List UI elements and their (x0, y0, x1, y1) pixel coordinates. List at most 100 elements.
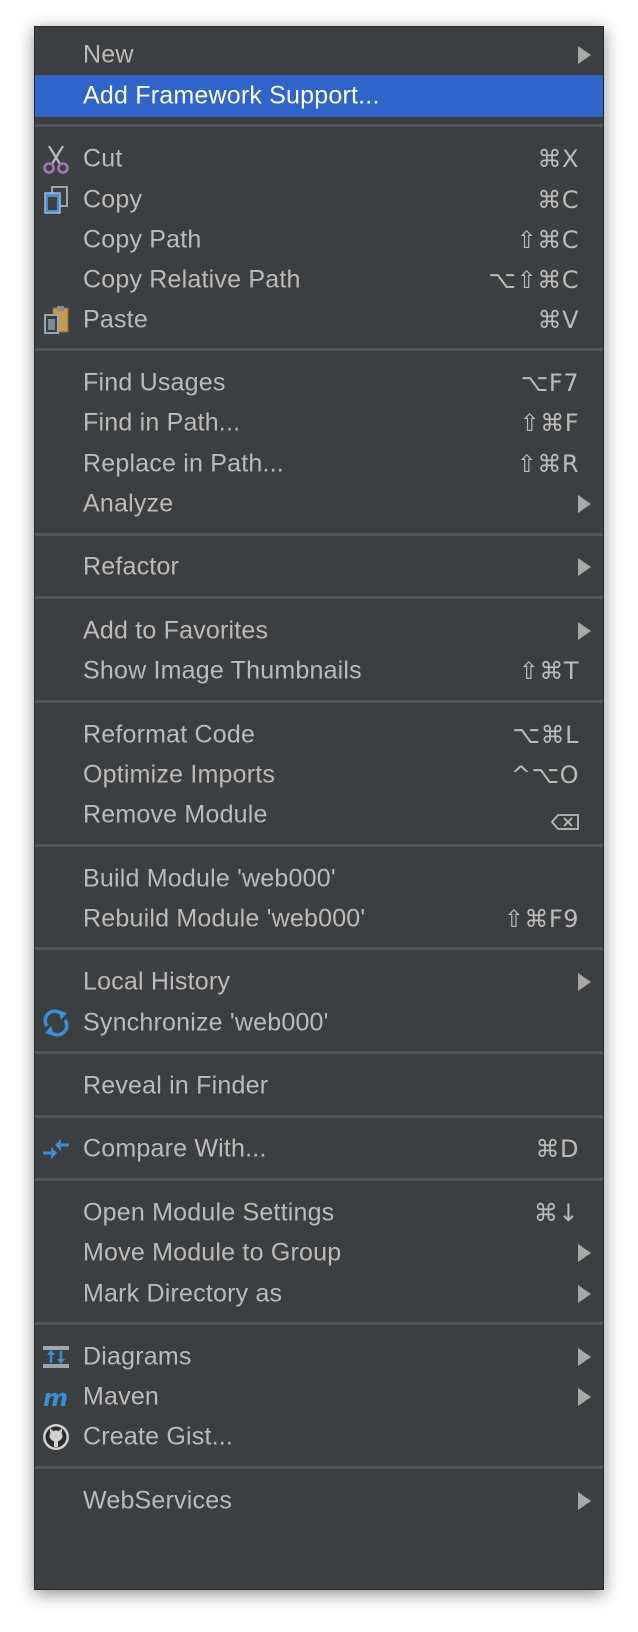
menu-item-add-framework-support[interactable]: Add Framework Support... (35, 75, 603, 117)
menu-item-label: Show Image Thumbnails (83, 656, 362, 685)
menu-item-create-gist[interactable]: Create Gist... (35, 1416, 603, 1458)
submenu-arrow-icon (578, 973, 591, 991)
menu-item-label: Cut (83, 144, 123, 173)
menu-item-refactor[interactable]: Refactor (35, 546, 603, 588)
menu-item-label: Diagrams (83, 1342, 192, 1371)
menu-item-mark-directory-as[interactable]: Mark Directory as (35, 1273, 603, 1315)
menu-separator (35, 596, 603, 599)
menu-item-label: Synchronize 'web000' (83, 1008, 329, 1037)
paste-icon (41, 304, 71, 336)
menu-item-new[interactable]: New (35, 34, 603, 76)
menu-separator (35, 1178, 603, 1181)
menu-item-reformat-code[interactable]: Reformat Code ⌥⌘L (35, 714, 603, 756)
menu-separator (35, 124, 603, 127)
shortcut-label (550, 801, 579, 830)
menu-item-label: Create Gist... (83, 1422, 234, 1451)
submenu-arrow-icon (578, 495, 591, 513)
menu-item-copy[interactable]: Copy ⌘C (35, 179, 603, 221)
shortcut-label: ⇧⌘C (516, 226, 579, 254)
menu-item-open-module-settings[interactable]: Open Module Settings ⌘↓ (35, 1192, 603, 1234)
menu-item-synchronize[interactable]: Synchronize 'web000' (35, 1002, 603, 1044)
menu-item-add-to-favorites[interactable]: Add to Favorites (35, 610, 603, 652)
menu-item-reveal-in-finder[interactable]: Reveal in Finder (35, 1065, 603, 1107)
sync-icon (41, 1007, 71, 1039)
menu-item-label: Replace in Path... (83, 449, 284, 478)
menu-item-copy-relative-path[interactable]: Copy Relative Path ⌥⇧⌘C (35, 259, 603, 301)
copy-icon (41, 184, 71, 216)
shortcut-label: ⇧⌘R (516, 450, 579, 478)
menu-item-label: Rebuild Module 'web000' (83, 904, 366, 933)
menu-item-label: Local History (83, 967, 231, 996)
menu-separator (35, 1466, 603, 1469)
shortcut-label: ^⌥O (510, 761, 579, 789)
menu-separator (35, 947, 603, 950)
menu-item-compare-with[interactable]: Compare With... ⌘D (35, 1128, 603, 1170)
menu-item-local-history[interactable]: Local History (35, 961, 603, 1003)
menu-separator (35, 700, 603, 703)
shortcut-label: ⇧⌘T (518, 657, 579, 685)
menu-separator (35, 844, 603, 847)
menu-item-cut[interactable]: Cut ⌘X (35, 138, 603, 180)
menu-item-label: Remove Module (83, 800, 268, 829)
menu-item-label: Mark Directory as (83, 1279, 283, 1308)
menu-item-label: Find in Path... (83, 408, 241, 437)
shortcut-label: ⌘V (537, 306, 579, 334)
menu-item-label: Copy Relative Path (83, 265, 301, 294)
menu-item-move-module-to-group[interactable]: Move Module to Group (35, 1232, 603, 1274)
menu-item-find-in-path[interactable]: Find in Path... ⇧⌘F (35, 402, 603, 444)
menu-item-label: New (83, 40, 134, 69)
shortcut-label: ⌘C (537, 186, 579, 214)
diagram-icon (41, 1341, 71, 1373)
menu-item-show-image-thumbnails[interactable]: Show Image Thumbnails ⇧⌘T (35, 650, 603, 692)
shortcut-label: ⌘↓ (533, 1199, 579, 1227)
menu-item-label: Find Usages (83, 368, 226, 397)
menu-item-diagrams[interactable]: Diagrams (35, 1336, 603, 1378)
github-icon (41, 1421, 71, 1453)
submenu-arrow-icon (578, 1244, 591, 1262)
menu-separator (35, 348, 603, 351)
menu-item-label: Reformat Code (83, 720, 256, 749)
menu-item-copy-path[interactable]: Copy Path ⇧⌘C (35, 219, 603, 261)
shortcut-label: ⌥⇧⌘C (488, 266, 579, 294)
menu-item-maven[interactable]: m Maven (35, 1376, 603, 1418)
svg-text:m: m (43, 1384, 68, 1412)
submenu-arrow-icon (578, 622, 591, 640)
menu-item-label: Optimize Imports (83, 760, 276, 789)
menu-item-remove-module[interactable]: Remove Module (35, 794, 603, 836)
menu-item-label: Analyze (83, 489, 174, 518)
menu-separator (35, 1051, 603, 1054)
menu-item-optimize-imports[interactable]: Optimize Imports ^⌥O (35, 754, 603, 796)
menu-item-label: Add to Favorites (83, 616, 269, 645)
menu-item-label: Open Module Settings (83, 1198, 335, 1227)
submenu-arrow-icon (578, 46, 591, 64)
maven-icon: m (41, 1381, 71, 1413)
menu-item-paste[interactable]: Paste ⌘V (35, 299, 603, 341)
menu-item-label: Move Module to Group (83, 1238, 342, 1267)
menu-separator (35, 1322, 603, 1325)
submenu-arrow-icon (578, 1285, 591, 1303)
delete-key-icon (550, 808, 579, 830)
menu-item-analyze[interactable]: Analyze (35, 483, 603, 525)
menu-item-label: Build Module 'web000' (83, 864, 336, 893)
menu-separator (35, 533, 603, 536)
menu-item-find-usages[interactable]: Find Usages ⌥F7 (35, 362, 603, 404)
submenu-arrow-icon (578, 1492, 591, 1510)
menu-item-label: WebServices (83, 1486, 233, 1515)
menu-item-label: Copy Path (83, 225, 202, 254)
menu-item-webservices[interactable]: WebServices (35, 1480, 603, 1522)
shortcut-label: ⌘D (535, 1135, 579, 1163)
menu-item-label: Refactor (83, 552, 180, 581)
compare-icon (41, 1133, 71, 1165)
menu-item-label: Add Framework Support... (83, 81, 380, 110)
scissors-icon (41, 143, 71, 175)
shortcut-label: ⇧⌘F9 (503, 905, 579, 933)
shortcut-label: ⌥F7 (520, 369, 579, 397)
menu-item-rebuild-module[interactable]: Rebuild Module 'web000' ⇧⌘F9 (35, 898, 603, 940)
menu-item-label: Copy (83, 185, 143, 214)
submenu-arrow-icon (578, 558, 591, 576)
menu-item-build-module[interactable]: Build Module 'web000' (35, 858, 603, 900)
menu-item-replace-in-path[interactable]: Replace in Path... ⇧⌘R (35, 443, 603, 485)
shortcut-label: ⇧⌘F (519, 409, 579, 437)
shortcut-label: ⌘X (537, 145, 579, 173)
context-menu: New Add Framework Support... Cut ⌘X Copy (34, 26, 604, 1590)
